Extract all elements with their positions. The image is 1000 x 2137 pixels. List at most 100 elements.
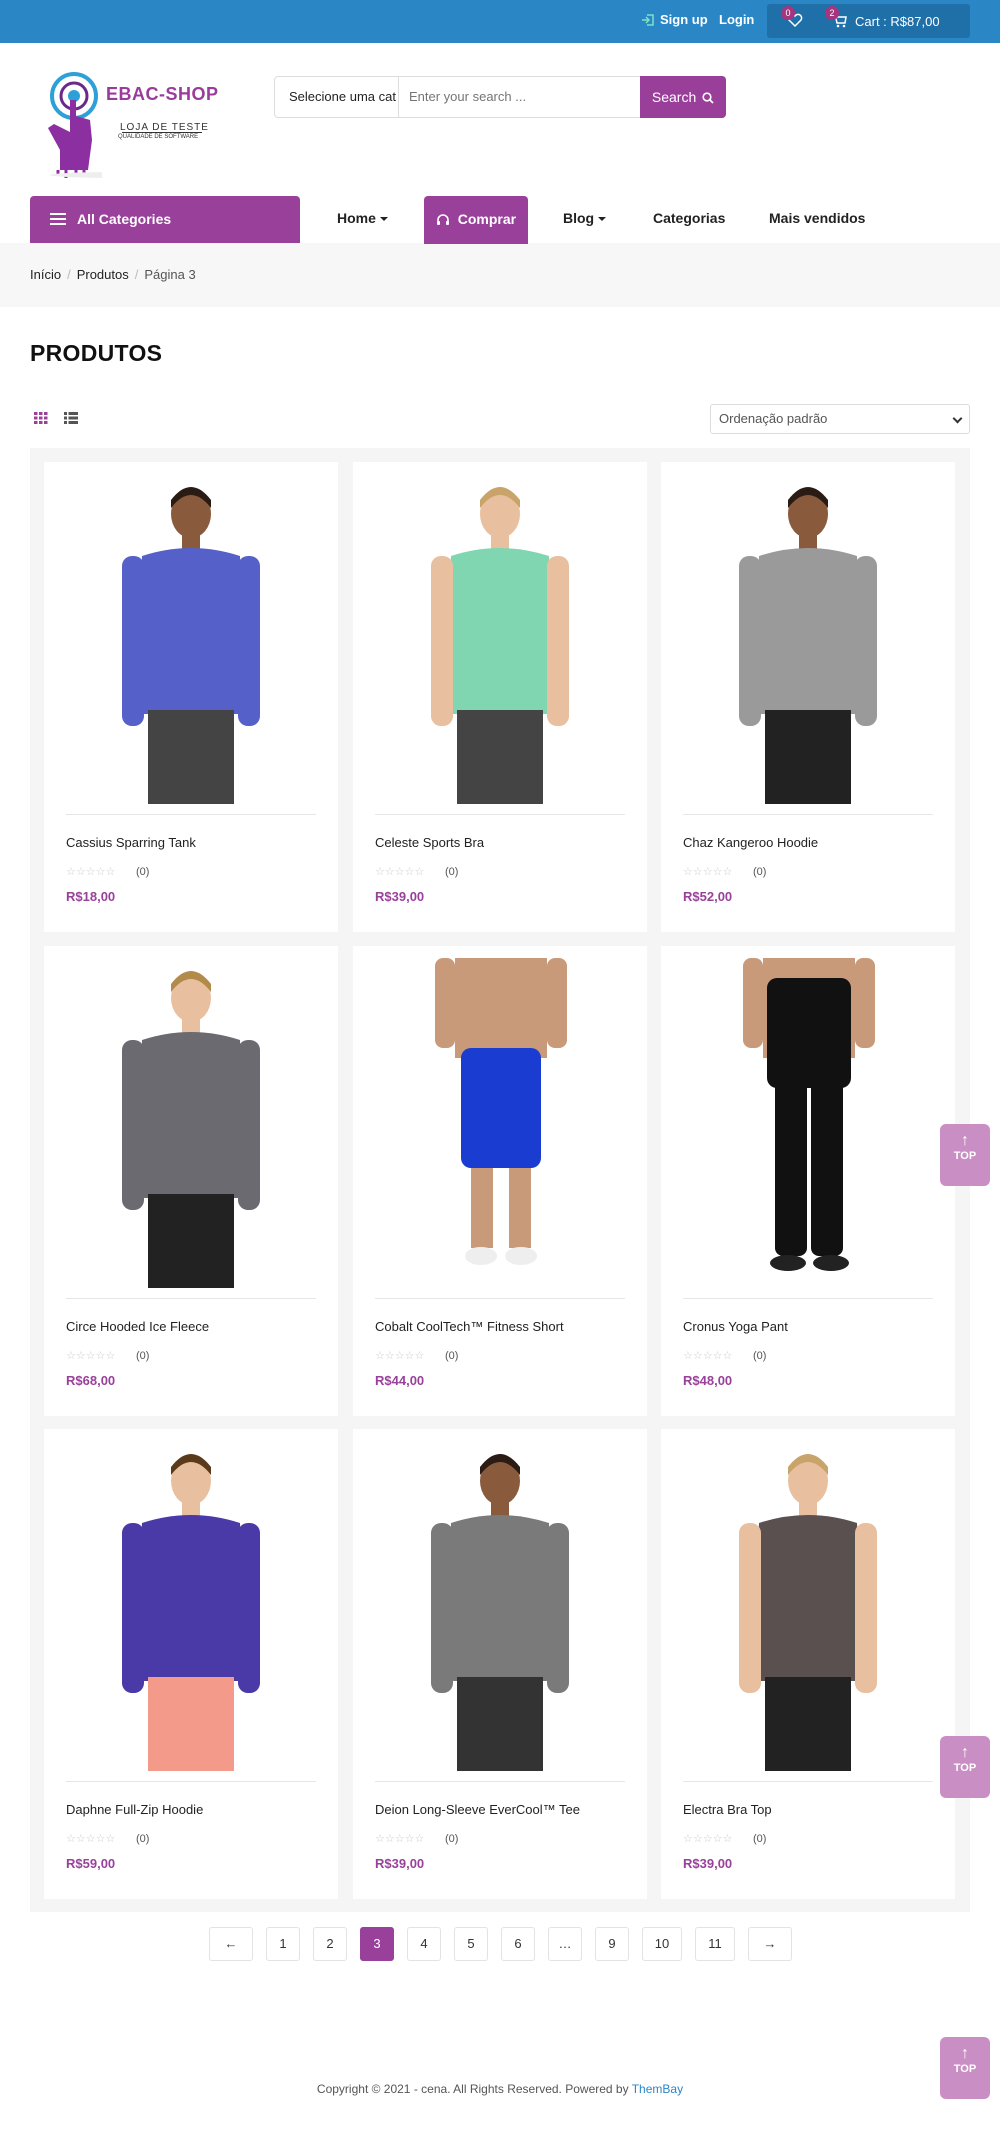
nav-item-categorias[interactable]: Categorias <box>653 210 725 226</box>
product-image[interactable] <box>66 1441 316 1771</box>
site-logo[interactable]: EBAC-SHOP LOJA DE TESTE QUALIDADE DE SOF… <box>30 70 230 180</box>
headset-icon <box>436 214 449 226</box>
pagination-page-button[interactable]: 11 <box>695 1927 735 1961</box>
product-title[interactable]: Daphne Full-Zip Hoodie <box>66 1802 203 1817</box>
grid-view-icon[interactable] <box>34 412 48 424</box>
pagination-page-button[interactable]: 4 <box>407 1927 441 1961</box>
pagination-page-button[interactable]: 3 <box>360 1927 394 1961</box>
pagination-page-button[interactable]: 5 <box>454 1927 488 1961</box>
product-image[interactable] <box>66 474 316 804</box>
top-bar: Sign up Login 0 2 Cart : R$87,00 <box>0 0 1000 43</box>
footer-copyright: Copyright © 2021 - cena. All Rights Rese… <box>316 2082 632 2096</box>
pagination-page-button[interactable]: 6 <box>501 1927 535 1961</box>
logo-name: EBAC-SHOP <box>106 84 219 104</box>
product-card[interactable]: Chaz Kangeroo Hoodie ☆☆☆☆☆ (0) R$52,00 <box>661 462 955 932</box>
pagination-page-button[interactable]: 10 <box>642 1927 682 1961</box>
search-input[interactable] <box>409 89 629 104</box>
product-card[interactable]: Cassius Sparring Tank ☆☆☆☆☆ (0) R$18,00 <box>44 462 338 932</box>
pagination-prev-button[interactable]: ← <box>209 1927 253 1961</box>
rating-count: (0) <box>445 1833 459 1845</box>
logo-subtagline: QUALIDADE DE SOFTWARE <box>118 134 199 140</box>
cart-box: 0 2 Cart : R$87,00 <box>767 4 970 38</box>
product-card[interactable]: Deion Long-Sleeve EverCool™ Tee ☆☆☆☆☆ (0… <box>353 1429 647 1899</box>
signup-label: Sign up <box>660 12 708 27</box>
nav-item-comprar[interactable]: Comprar <box>424 196 528 244</box>
card-divider <box>683 814 933 815</box>
nav-item-home[interactable]: Home <box>337 210 388 226</box>
product-card[interactable]: Cronus Yoga Pant ☆☆☆☆☆ (0) R$48,00 <box>661 946 955 1416</box>
product-card[interactable]: Cobalt CoolTech™ Fitness Short ☆☆☆☆☆ (0)… <box>353 946 647 1416</box>
signup-link[interactable]: Sign up <box>641 12 708 27</box>
hamburger-icon <box>50 213 66 225</box>
arrow-up-icon: ↑ <box>961 1132 969 1149</box>
product-card[interactable]: Electra Bra Top ☆☆☆☆☆ (0) R$39,00 <box>661 1429 955 1899</box>
rating-stars-icon: ☆☆☆☆☆ <box>683 1350 733 1362</box>
product-image[interactable] <box>683 474 933 804</box>
chevron-down-icon <box>952 413 963 424</box>
nav-item-blog-label: Blog <box>563 210 595 226</box>
product-title[interactable]: Celeste Sports Bra <box>375 835 484 850</box>
nav-item-mais-vendidos[interactable]: Mais vendidos <box>769 210 865 226</box>
rating-count: (0) <box>753 1833 767 1845</box>
product-card[interactable]: Circe Hooded Ice Fleece ☆☆☆☆☆ (0) R$68,0… <box>44 946 338 1416</box>
card-divider <box>66 1781 316 1782</box>
back-to-top-label: TOP <box>953 1150 977 1162</box>
pagination-page-button[interactable]: 2 <box>313 1927 347 1961</box>
cart-button[interactable]: 2 <box>825 6 847 33</box>
pagination-page-button[interactable]: 1 <box>266 1927 300 1961</box>
sort-select[interactable]: Ordenação padrão <box>710 404 970 434</box>
login-link[interactable]: Login <box>719 12 754 27</box>
cart-total[interactable]: Cart : R$87,00 <box>855 14 940 29</box>
wishlist-count-badge: 0 <box>781 6 795 20</box>
rating-stars-icon: ☆☆☆☆☆ <box>375 1833 425 1845</box>
card-divider <box>683 1298 933 1299</box>
product-title[interactable]: Electra Bra Top <box>683 1802 772 1817</box>
product-image[interactable] <box>375 1441 625 1771</box>
rating-count: (0) <box>445 1350 459 1362</box>
product-price: R$18,00 <box>66 889 116 904</box>
product-title[interactable]: Chaz Kangeroo Hoodie <box>683 835 818 850</box>
breadcrumb-home[interactable]: Início <box>30 267 61 282</box>
page-title: PRODUTOS <box>30 340 163 366</box>
product-title[interactable]: Cobalt CoolTech™ Fitness Short <box>375 1319 564 1334</box>
product-price: R$39,00 <box>375 1856 425 1871</box>
rating-stars-icon: ☆☆☆☆☆ <box>66 1833 116 1845</box>
card-divider <box>66 814 316 815</box>
rating-count: (0) <box>753 1350 767 1362</box>
product-image[interactable] <box>375 474 625 804</box>
product-image[interactable] <box>375 958 625 1288</box>
card-divider <box>375 1298 625 1299</box>
product-image[interactable] <box>683 1441 933 1771</box>
all-categories-label: All Categories <box>77 211 172 227</box>
logo-hand-icon <box>48 72 102 178</box>
pagination-next-button[interactable]: → <box>748 1927 792 1961</box>
breadcrumb-current: Página 3 <box>144 267 196 282</box>
back-to-top-button[interactable]: ↑ TOP <box>940 1736 990 1798</box>
product-title[interactable]: Cassius Sparring Tank <box>66 835 196 850</box>
search-button[interactable]: Search <box>640 76 726 118</box>
card-divider <box>66 1298 316 1299</box>
product-card[interactable]: Daphne Full-Zip Hoodie ☆☆☆☆☆ (0) R$59,00 <box>44 1429 338 1899</box>
list-view-icon[interactable] <box>64 412 78 424</box>
rating-count: (0) <box>753 866 767 878</box>
all-categories-button[interactable]: All Categories <box>30 196 300 243</box>
product-price: R$39,00 <box>683 1856 733 1871</box>
search-category-select[interactable]: Selecione uma cat <box>275 77 399 117</box>
product-title[interactable]: Deion Long-Sleeve EverCool™ Tee <box>375 1802 580 1817</box>
nav-item-blog[interactable]: Blog <box>563 210 607 226</box>
product-title[interactable]: Circe Hooded Ice Fleece <box>66 1319 209 1334</box>
product-title[interactable]: Cronus Yoga Pant <box>683 1319 788 1334</box>
product-image[interactable] <box>66 958 316 1288</box>
arrow-up-icon: ↑ <box>961 1744 969 1761</box>
product-card[interactable]: Celeste Sports Bra ☆☆☆☆☆ (0) R$39,00 <box>353 462 647 932</box>
breadcrumb-produtos[interactable]: Produtos <box>77 267 129 282</box>
chevron-down-icon <box>598 217 607 222</box>
wishlist-button[interactable]: 0 <box>781 6 803 32</box>
pagination-page-button[interactable]: 9 <box>595 1927 629 1961</box>
product-price: R$48,00 <box>683 1373 733 1388</box>
sort-selected-value: Ordenação padrão <box>719 411 828 426</box>
product-image[interactable] <box>683 958 933 1288</box>
footer-brand-link[interactable]: ThemBay <box>632 2082 683 2096</box>
breadcrumb-separator: / <box>67 267 71 282</box>
back-to-top-button[interactable]: ↑ TOP <box>940 1124 990 1186</box>
